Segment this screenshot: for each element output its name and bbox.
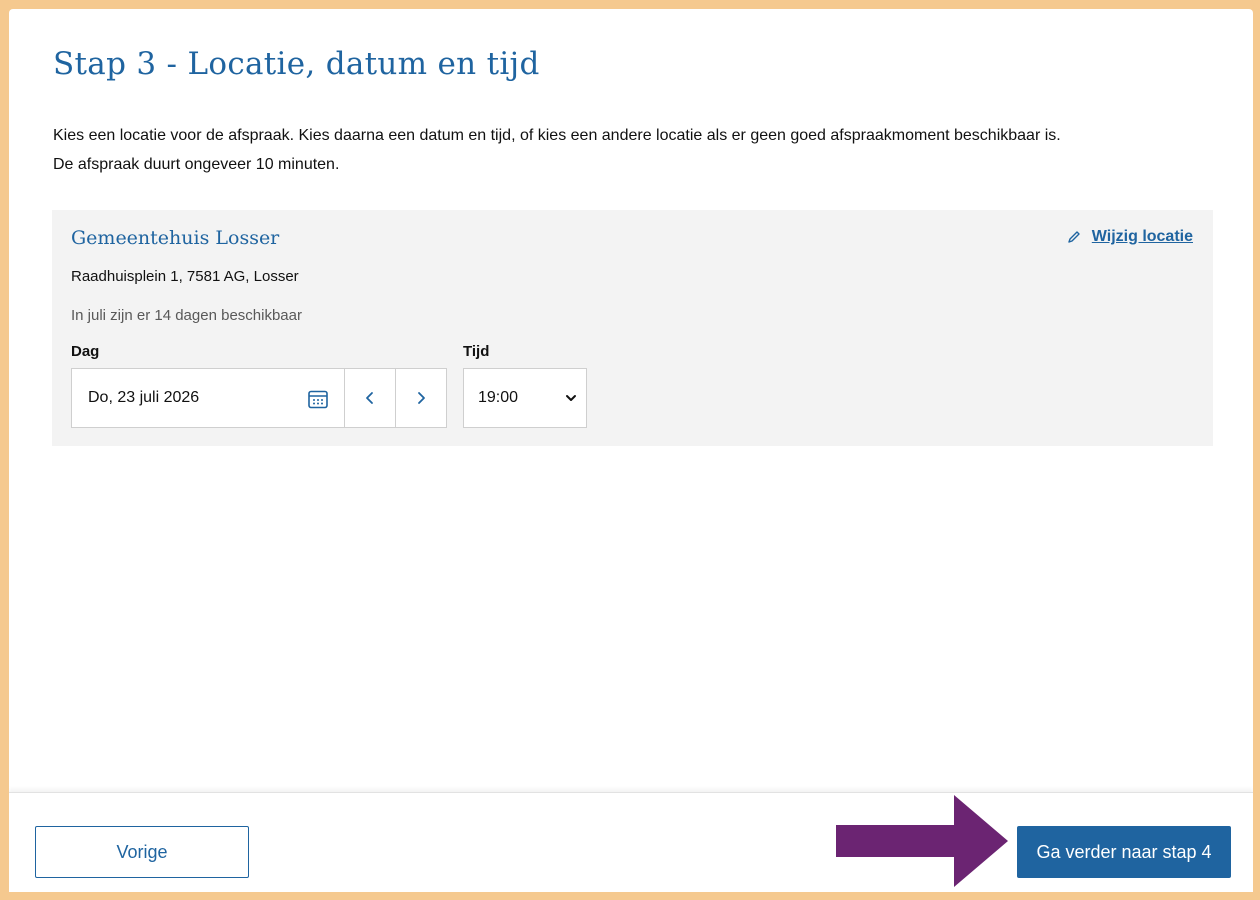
date-field[interactable]: Do, 23 juli 2026 xyxy=(71,368,345,428)
continue-button[interactable]: Ga verder naar stap 4 xyxy=(1017,826,1231,878)
change-location-link[interactable]: Wijzig locatie xyxy=(1066,228,1193,246)
previous-day-button[interactable] xyxy=(344,368,396,428)
day-label: Dag xyxy=(71,343,100,360)
page-title: Stap 3 - Locatie, datum en tijd xyxy=(53,46,540,82)
intro-line: Kies een locatie voor de afspraak. Kies … xyxy=(53,127,1061,144)
date-value: Do, 23 juli 2026 xyxy=(88,389,200,406)
chevron-down-icon xyxy=(566,395,576,401)
calendar-icon[interactable] xyxy=(307,388,329,410)
time-label: Tijd xyxy=(463,343,490,360)
location-name: Gemeentehuis Losser xyxy=(71,227,280,249)
previous-button[interactable]: Vorige xyxy=(35,826,249,878)
next-day-button[interactable] xyxy=(395,368,447,428)
time-value: 19:00 xyxy=(478,389,519,406)
location-address: Raadhuisplein 1, 7581 AG, Losser xyxy=(71,268,299,285)
change-location-label: Wijzig locatie xyxy=(1091,228,1193,245)
time-select[interactable]: 19:00 xyxy=(463,368,587,428)
chevron-right-icon xyxy=(418,392,425,404)
availability-text: In juli zijn er 14 dagen beschikbaar xyxy=(71,307,302,324)
arrow-right-icon xyxy=(836,795,1008,887)
appointment-page: Stap 3 - Locatie, datum en tijd Kies een… xyxy=(9,9,1253,892)
pencil-icon xyxy=(1066,229,1082,245)
footer-bar: Vorige Ga verder naar stap 4 xyxy=(9,792,1253,892)
chevron-left-icon xyxy=(366,392,373,404)
intro-text: Kies een locatie voor de afspraak. Kies … xyxy=(53,121,1223,179)
duration-line: De afspraak duurt ongeveer 10 minuten. xyxy=(53,156,340,173)
location-card: Gemeentehuis Losser Wijzig locatie Raadh… xyxy=(52,210,1213,446)
